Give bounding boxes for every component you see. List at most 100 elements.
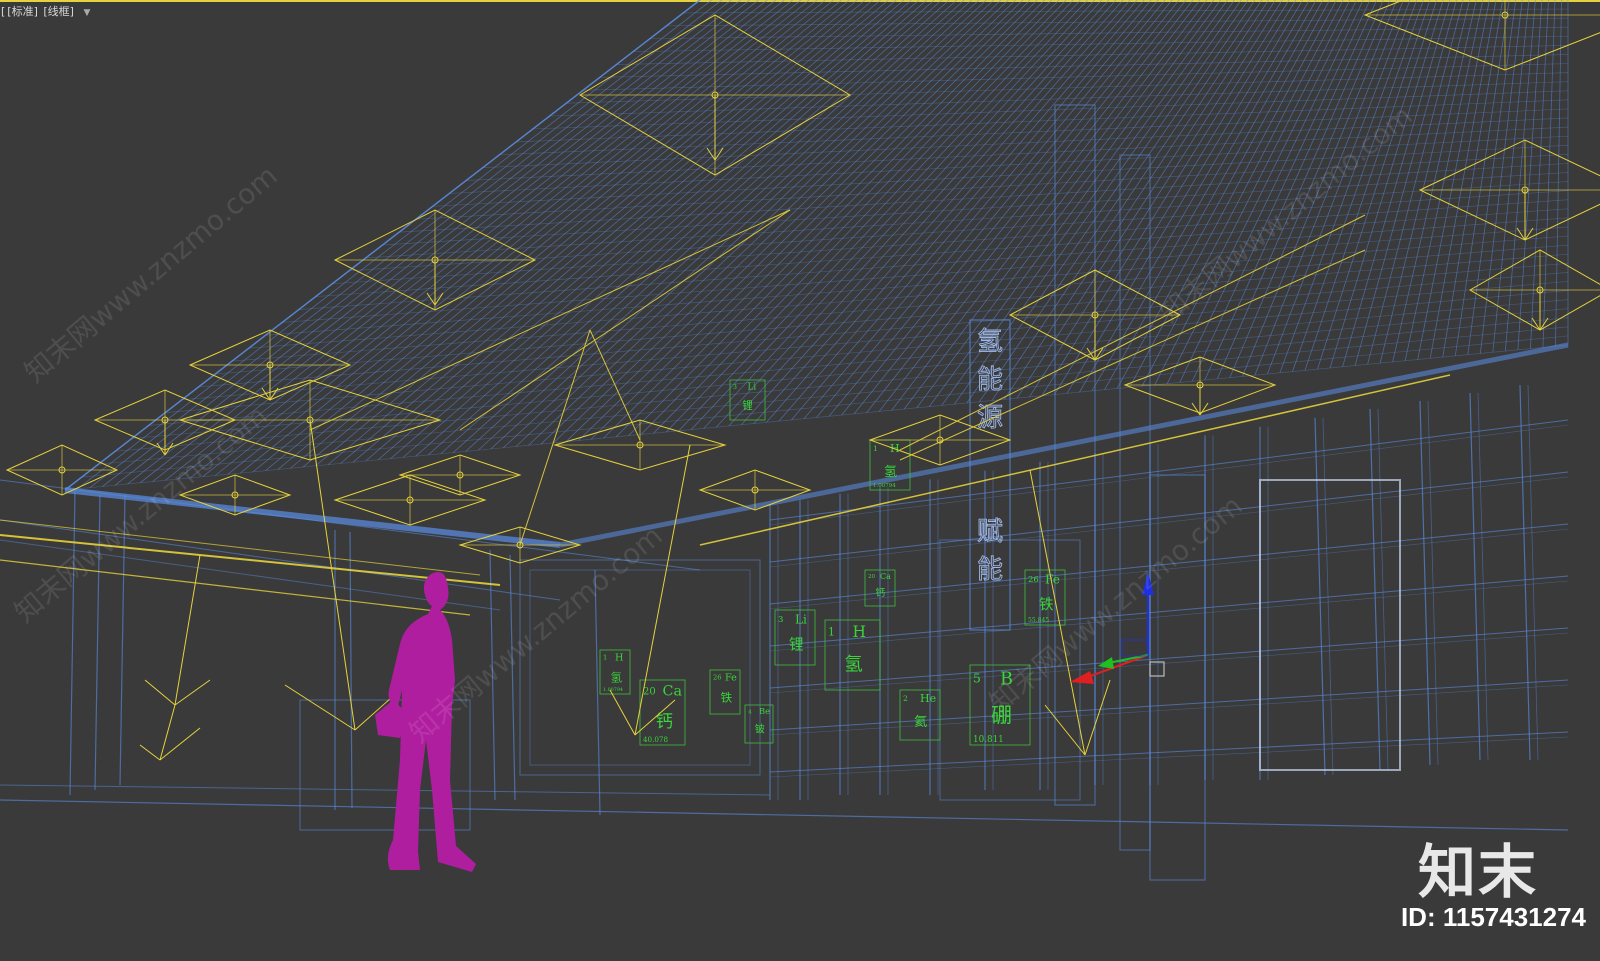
left-post: [69, 489, 76, 796]
ceiling-slat: [1216, 0, 1384, 379]
element-tile: 26 Fe 铁: [709, 669, 741, 715]
element-name-cn: 硼: [991, 703, 1012, 728]
strip-light: [699, 374, 1451, 546]
left-rail: [0, 539, 501, 611]
ceiling-slat: [991, 0, 1263, 401]
ceiling-slat: [866, 0, 1194, 413]
ceiling-strip: [482, 117, 1569, 168]
ceiling-slat: [402, 0, 927, 458]
element-name-cn: 铁: [1039, 597, 1054, 614]
light-beam: [174, 554, 201, 706]
ceiling-slat: [903, 0, 1215, 410]
light-beam: [139, 744, 161, 761]
image-id: ID: 1157431274: [1400, 902, 1586, 932]
element-symbol: Ca: [663, 684, 683, 700]
sign-character: 氢: [977, 327, 1003, 357]
ceiling-slat: [415, 0, 935, 457]
ceiling-slat: [1317, 0, 1438, 370]
ceiling-slat: [1292, 0, 1424, 372]
spot-light: [178, 474, 292, 516]
ceiling-strip: [64, 344, 1569, 491]
sign-character: 能: [977, 555, 1003, 585]
ceiling-slat: [1179, 0, 1364, 383]
ceiling-slat: [716, 0, 1110, 428]
ceiling-slat: [928, 0, 1228, 407]
element-number: 5: [973, 672, 981, 686]
element-symbol: Ca: [880, 572, 891, 581]
human-figure: [375, 572, 476, 872]
element-mass: 40.078: [643, 735, 668, 744]
left-rail: [0, 519, 561, 601]
ceiling-strip: [81, 335, 1569, 478]
ceiling-slat: [778, 0, 1145, 422]
wall-shelf: [769, 731, 1569, 773]
element-number: 3: [733, 384, 737, 391]
ceiling-slat: [1279, 0, 1418, 373]
element-symbol: H: [615, 653, 623, 664]
viewport-label[interactable]: [[标准] [线框] ▼: [0, 3, 91, 19]
floor-edge: [0, 784, 771, 796]
funnel-icon[interactable]: ▼: [82, 8, 91, 18]
element-tile: 2 He 氦: [899, 689, 941, 741]
viewport-shading-standard[interactable]: [标准]: [6, 5, 39, 18]
ceiling-strip: [365, 181, 1569, 259]
element-number: 26: [1028, 574, 1039, 584]
wall-post: [1377, 408, 1389, 771]
ceiling-slat: [290, 0, 858, 469]
ceiling-strip: [649, 26, 1569, 40]
spot-light: [698, 469, 812, 511]
light-beam: [159, 727, 201, 761]
viewport-shading-wireframe[interactable]: [线框]: [42, 5, 75, 18]
element-name-cn: 锂: [789, 637, 804, 654]
wall-shelf: [769, 523, 1569, 605]
wall-post: [1519, 384, 1531, 761]
left-post: [594, 569, 601, 816]
element-number: 26: [713, 674, 722, 682]
wall-post: [1477, 392, 1489, 761]
element-mass: 55.845: [1028, 617, 1049, 624]
wireframe-scene[interactable]: 氢能源赋能1 H氢1.00794 20 Ca钙40.07826 Fe铁4 Be铍3 Li锂1…: [0, 0, 1600, 961]
ceiling-slat: [1079, 0, 1310, 393]
element-number: 4: [748, 709, 752, 715]
brand-logo: 知末: [1417, 838, 1538, 906]
ceiling-slat: [1304, 0, 1431, 371]
element-number: 20: [643, 686, 656, 697]
element-tile: 20 Ca钙40.078: [639, 679, 686, 746]
ceiling-slat: [327, 0, 882, 465]
ceiling-slat: [528, 0, 1002, 446]
light-beam: [609, 689, 636, 736]
ceiling-slats: [64, 0, 1569, 548]
left-post: [94, 494, 101, 791]
light-beam: [284, 684, 356, 731]
wall-post: [1527, 384, 1539, 761]
element-symbol: He: [920, 692, 936, 705]
wall-shelf: [769, 575, 1569, 647]
element-number: 3: [778, 614, 783, 624]
light-arrow: [1199, 402, 1209, 416]
ceiling-strip: [332, 199, 1569, 285]
ceiling-slat: [1066, 0, 1303, 394]
spot-light: [398, 454, 522, 496]
ceiling-slat: [1241, 0, 1398, 377]
element-tile: 1 H氢: [824, 619, 881, 691]
ceiling-slat: [365, 0, 905, 462]
element-tile: 4 Be 铍: [744, 704, 774, 744]
ceiling-slat: [1041, 0, 1290, 396]
light-beam: [1084, 679, 1111, 756]
floor-edge: [0, 799, 1569, 831]
wall-post: [1419, 400, 1431, 766]
element-mass: 1.00794: [603, 687, 623, 693]
element-symbol: Li: [795, 612, 807, 626]
spot-light: [333, 474, 487, 526]
ceiling-slat: [152, 0, 768, 482]
light-beam: [309, 209, 791, 431]
element-name-cn: 钙: [876, 587, 886, 599]
spot-light: [188, 329, 352, 401]
ceiling-slat: [127, 0, 750, 485]
element-symbol: Fe: [725, 673, 737, 684]
ceiling-slat: [490, 0, 980, 450]
sign-character: 赋: [977, 517, 1003, 547]
strip-light: [0, 534, 501, 586]
element-name-cn: 氢: [844, 654, 862, 675]
3d-viewport[interactable]: 氢能源赋能 1 H 氢 1.00794 20 Ca 钙 40.078 26 Fe 铁 4 Be 铍 3 Li 锂 1…: [0, 0, 1600, 961]
